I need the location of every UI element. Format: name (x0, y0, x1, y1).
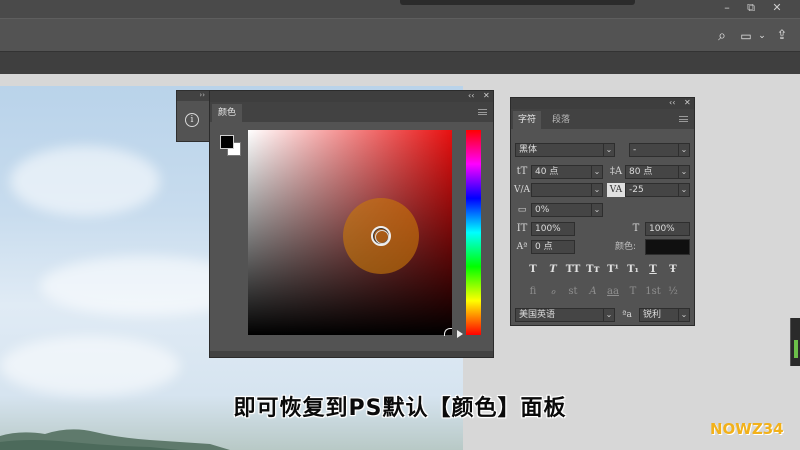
info-panel-dock: ›› i (176, 90, 210, 142)
antialias-icon: ªa (622, 310, 632, 320)
language-field[interactable]: 美国英语 (515, 308, 605, 322)
chevron-down-icon[interactable]: ⌄ (678, 165, 690, 179)
hue-slider[interactable] (466, 130, 481, 335)
watermark-logo: NOWZ34 (710, 420, 784, 438)
menu-shadow (400, 0, 635, 5)
baseline-shift-icon: Aª (516, 242, 528, 252)
font-size-field[interactable]: 40 点 (531, 165, 593, 179)
tab-character[interactable]: 字符 (513, 111, 542, 129)
info-icon[interactable]: i (185, 113, 199, 127)
field-corner-marker (444, 328, 452, 336)
strikethrough-button[interactable]: Ŧ (665, 264, 681, 275)
scrollbar[interactable] (790, 318, 800, 366)
kerning-icon: V/A (513, 185, 531, 195)
options-bar: ⌕ ▭ ⌄ ⇪ (0, 18, 800, 52)
collapse-panel-icon[interactable]: ‹‹ (468, 91, 474, 101)
chevron-down-icon[interactable]: ⌄ (678, 143, 690, 157)
panel-menu-icon[interactable] (478, 109, 487, 115)
tsume-field[interactable]: 0% (531, 203, 593, 217)
restore-button[interactable]: ⧉ (738, 0, 764, 16)
tab-color[interactable]: 颜色 (212, 104, 243, 122)
tracking-icon: VA (607, 183, 625, 197)
font-style-field[interactable]: - (629, 143, 679, 157)
panel-control-bar: ‹‹ ✕ (210, 91, 493, 102)
workspace-icon[interactable]: ▭ (738, 28, 754, 44)
chevron-down-icon[interactable]: ⌄ (603, 308, 615, 322)
character-panel: ‹‹ ✕ 字符 段落 黑体 ⌄ - ⌄ tT 40 点 ⌄ ‡A 80 点 ⌄ … (510, 97, 695, 326)
chevron-down-icon[interactable]: ⌄ (757, 28, 767, 44)
faux-italic-button[interactable]: T (545, 264, 561, 275)
all-caps-button[interactable]: TT (565, 264, 581, 275)
font-size-icon: tT (516, 166, 528, 177)
vertical-scale-icon: IT (516, 223, 528, 234)
collapse-panel-icon[interactable]: ‹‹ (669, 98, 675, 108)
document-tab-bar (0, 52, 800, 74)
panel-tab-row: 颜色 (210, 102, 493, 122)
title-bar: – ⧉ ✕ (0, 0, 800, 18)
superscript-button[interactable]: T¹ (605, 264, 621, 275)
close-window-button[interactable]: ✕ (764, 0, 790, 16)
caption-subtitle: 即可恢复到PS默认【颜色】面板 (233, 396, 567, 421)
subscript-button[interactable]: T₁ (625, 264, 641, 275)
panel-control-bar: ‹‹ ✕ (511, 98, 694, 109)
hue-slider-handle[interactable] (457, 330, 463, 338)
ligatures-button[interactable]: ﬁ (525, 286, 541, 297)
mountain-silhouette (0, 429, 230, 450)
titling-alternates-button[interactable]: T (625, 286, 641, 297)
tsume-icon: ▭ (517, 205, 527, 215)
panel-menu-icon[interactable] (679, 116, 688, 122)
panel-tab-row: 字符 段落 (511, 109, 694, 129)
stylistic-alternates-button[interactable]: aa (605, 286, 621, 297)
leading-icon: ‡A (609, 166, 623, 177)
font-family-field[interactable]: 黑体 (515, 143, 605, 157)
horizontal-scale-field[interactable]: 100% (645, 222, 690, 236)
leading-field[interactable]: 80 点 (625, 165, 679, 179)
minimize-button[interactable]: – (714, 0, 740, 16)
chevron-down-icon[interactable]: ⌄ (603, 143, 615, 157)
faux-bold-button[interactable]: T (525, 264, 541, 275)
foreground-color-swatch[interactable] (220, 135, 234, 149)
chevron-down-icon[interactable]: ⌄ (591, 165, 603, 179)
tab-paragraph[interactable]: 段落 (547, 111, 575, 129)
discretionary-ligatures-button[interactable]: st (565, 286, 581, 297)
ordinals-button[interactable]: 1st (645, 286, 661, 297)
color-label: 颜色: (615, 242, 637, 252)
chevron-down-icon[interactable]: ⌄ (678, 183, 690, 197)
horizontal-scale-icon: T (632, 223, 640, 234)
close-panel-icon[interactable]: ✕ (483, 91, 490, 101)
swash-button[interactable]: A (585, 286, 601, 297)
underline-button[interactable]: T (645, 264, 661, 275)
search-icon[interactable]: ⌕ (714, 28, 730, 44)
expand-dock-icon[interactable]: ›› (177, 91, 209, 101)
tracking-field[interactable]: -25 (625, 183, 679, 197)
chevron-down-icon[interactable]: ⌄ (678, 308, 690, 322)
baseline-shift-field[interactable]: 0 点 (531, 240, 575, 254)
chevron-down-icon[interactable]: ⌄ (591, 203, 603, 217)
color-panel: ‹‹ ✕ 颜色 (209, 90, 494, 358)
chevron-down-icon[interactable]: ⌄ (591, 183, 603, 197)
fractions-button[interactable]: ½ (665, 286, 681, 297)
panel-bottom-bar (210, 351, 493, 357)
close-panel-icon[interactable]: ✕ (684, 98, 691, 108)
contextual-alternates-button[interactable]: ℴ (545, 286, 561, 297)
color-picker-cursor[interactable] (371, 226, 391, 246)
vertical-scale-field[interactable]: 100% (531, 222, 575, 236)
share-icon[interactable]: ⇪ (774, 28, 790, 44)
text-color-swatch[interactable] (645, 239, 690, 255)
small-caps-button[interactable]: Tт (585, 264, 601, 275)
antialias-field[interactable]: 锐利 (639, 308, 679, 322)
kerning-field[interactable] (531, 183, 593, 197)
